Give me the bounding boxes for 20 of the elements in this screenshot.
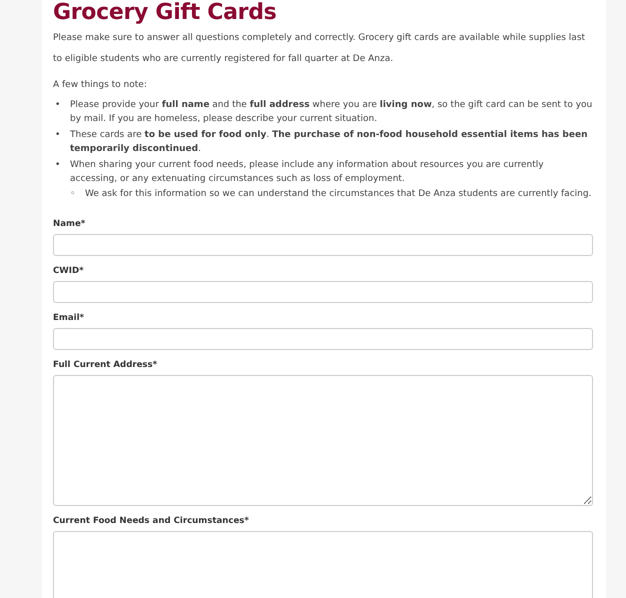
field-label: Full Current Address* bbox=[53, 360, 158, 370]
note-heading: A few things to note: bbox=[53, 79, 148, 92]
page-title: Grocery Gift Cards bbox=[53, 0, 278, 26]
note-text: These cards are to be used for food only. The purchase of non-food household essential items has been temporarily discontinued. bbox=[70, 130, 588, 154]
note-text: When sharing your current food needs, please include any information about resources you are currently accessing, or any extenuating circumstances such as loss of employment. bbox=[70, 160, 544, 184]
note-text: Please provide your full name and the full address where you are living now, so the gift card can be sent to you by mail. If you are homeless, please describe your current situation. bbox=[70, 100, 592, 124]
bullet-mark: ◦ bbox=[70, 188, 76, 201]
text-input-field[interactable] bbox=[53, 280, 593, 302]
bullet-mark: • bbox=[55, 159, 62, 172]
intro-paragraph: Please make sure to answer all questions completely and correctly. Grocery gift cards are available while supplies last to eligible students who are currently registered for fall quarter at De Anza. bbox=[53, 32, 586, 66]
field-label: Name* bbox=[53, 218, 86, 228]
text-input-field[interactable] bbox=[53, 328, 593, 350]
bullet-mark: • bbox=[55, 99, 62, 112]
text-input-field[interactable] bbox=[53, 234, 593, 256]
bullet-mark: • bbox=[55, 129, 62, 142]
note-text: We ask for this information so we can understand the circumstances that De Anza students are currently facing. bbox=[85, 189, 592, 199]
text-area-field[interactable] bbox=[53, 374, 593, 506]
field-label: Current Food Needs and Circumstances* bbox=[53, 516, 250, 526]
field-label: CWID* bbox=[53, 266, 85, 276]
field-label: Email* bbox=[53, 312, 86, 322]
